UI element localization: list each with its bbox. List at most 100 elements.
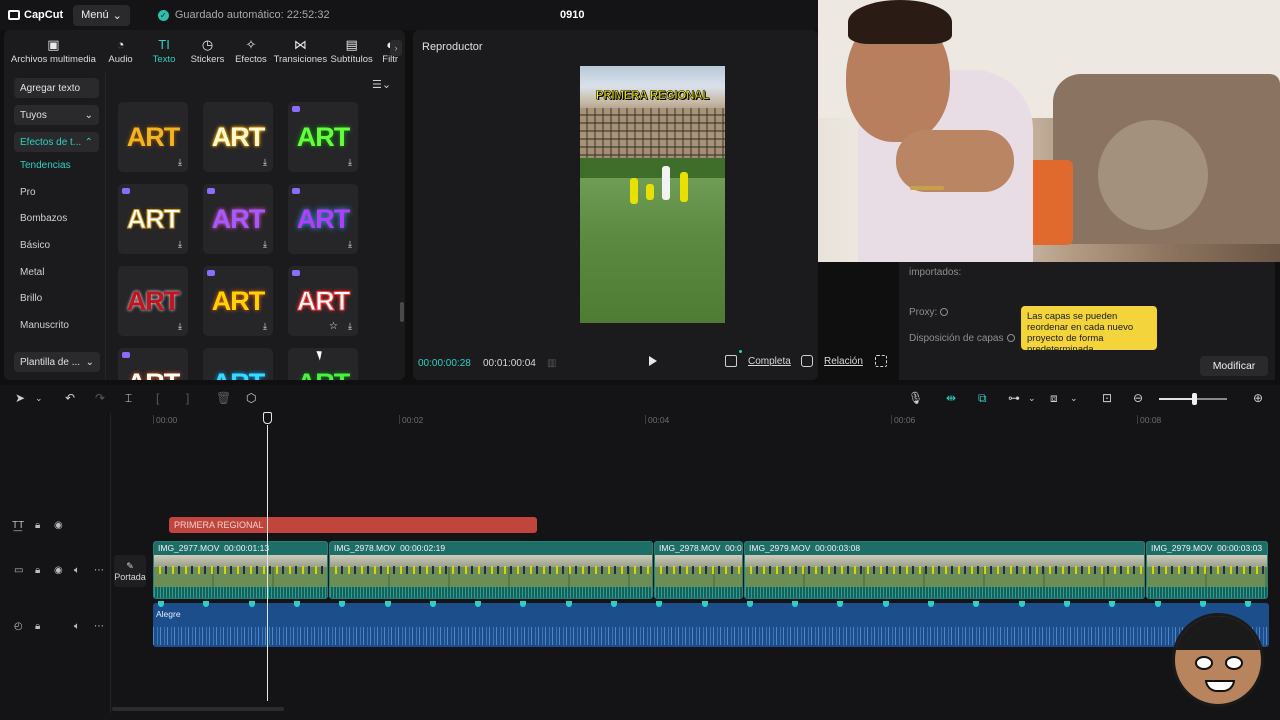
premium-gem-icon: [292, 270, 300, 276]
download-icon[interactable]: ⤓: [348, 157, 352, 168]
lock-icon[interactable]: 🔒︎: [35, 621, 40, 632]
sidebar-item-trending[interactable]: Tendencias: [20, 152, 105, 179]
zoom-out-icon[interactable]: ⊖: [1133, 392, 1143, 404]
zoom-slider-handle[interactable]: [1192, 393, 1197, 405]
favorite-star-icon[interactable]: ☆: [329, 321, 338, 332]
playhead-handle[interactable]: [263, 412, 272, 424]
tab-subtitles[interactable]: ▤ Subtítulos: [328, 38, 375, 70]
volume-icon[interactable]: 🔈︎: [74, 565, 80, 576]
text-effect-tile[interactable]: ART: [118, 348, 188, 380]
text-effect-tile[interactable]: ART: [203, 348, 273, 380]
info-icon[interactable]: [1006, 334, 1015, 342]
eye-icon[interactable]: ◉: [54, 520, 63, 531]
text-effects-dropdown[interactable]: Efectos de t... ⌃: [14, 132, 99, 152]
modify-button[interactable]: Modificar: [1200, 356, 1268, 376]
split-left-icon[interactable]: [: [156, 392, 159, 404]
timeline-horizontal-scrollbar[interactable]: [112, 707, 284, 711]
project-title[interactable]: 0910: [560, 9, 584, 21]
tab-text[interactable]: TI Texto: [142, 38, 185, 70]
chevron-down-icon[interactable]: ⌄: [35, 392, 43, 404]
info-icon[interactable]: [940, 308, 949, 316]
grid-scrollbar[interactable]: [400, 302, 404, 322]
more-icon[interactable]: ⋯: [94, 621, 104, 632]
download-icon[interactable]: ⤓: [178, 157, 182, 168]
app-logo: CapCut: [8, 9, 63, 21]
split-right-icon[interactable]: ]: [186, 392, 189, 404]
text-effect-tile[interactable]: ART ⤓: [203, 102, 273, 172]
sidebar-item-bombazos[interactable]: Bombazos: [20, 205, 105, 232]
tab-media[interactable]: ▣ Archivos multimedia: [8, 38, 99, 70]
cover-button[interactable]: ✎ Portada: [114, 555, 146, 587]
sidebar-item-pro[interactable]: Pro: [20, 179, 105, 206]
tab-effects[interactable]: ✧ Efectos: [229, 38, 272, 70]
time-ruler[interactable]: 00:00 00:02 00:04 00:06 00:08: [152, 413, 1280, 429]
download-icon[interactable]: ⤓: [178, 321, 182, 332]
tab-transitions[interactable]: ⋈ Transiciones: [273, 38, 328, 70]
tab-audio[interactable]: ◔ Audio: [99, 38, 142, 70]
auto-snap-icon[interactable]: ⧉: [978, 392, 987, 404]
download-icon[interactable]: ⤓: [263, 239, 267, 250]
zoom-in-icon[interactable]: ⊕: [1253, 392, 1263, 404]
video-clip[interactable]: IMG_2978.MOV 00:0: [654, 541, 743, 599]
resource-toolbar: ▣ Archivos multimedia ◔ Audio TI Texto ◷…: [4, 30, 405, 70]
preview-axis-icon[interactable]: ⧈: [1050, 392, 1058, 404]
play-button[interactable]: [649, 356, 657, 366]
lock-icon[interactable]: 🔒︎: [35, 565, 40, 576]
split-icon[interactable]: ⌶: [125, 392, 132, 404]
link-icon[interactable]: ⊶: [1008, 392, 1020, 404]
sidebar-item-basic[interactable]: Básico: [20, 232, 105, 259]
video-clip[interactable]: IMG_2979.MOV 00:00:03:03: [1146, 541, 1268, 599]
redo-icon[interactable]: ↷: [95, 392, 105, 404]
text-effect-tile[interactable]: ART ☆ ⤓: [288, 266, 358, 336]
marker-icon[interactable]: ⬡: [246, 392, 256, 404]
undo-icon[interactable]: ↶: [65, 392, 75, 404]
tab-stickers[interactable]: ◷ Stickers: [186, 38, 229, 70]
text-effect-tile[interactable]: ART ⤓: [288, 102, 358, 172]
text-effect-tile[interactable]: ART: [288, 348, 358, 380]
filter-sort-icon[interactable]: ☰⌄: [372, 78, 391, 91]
crop-icon[interactable]: [725, 355, 737, 367]
main-track-magnet-icon[interactable]: ⇹: [946, 392, 956, 404]
beat-marker: [747, 601, 753, 607]
chevron-down-icon[interactable]: ⌄: [1070, 392, 1078, 404]
sidebar-item-glow[interactable]: Brillo: [20, 285, 105, 312]
sidebar-item-metal[interactable]: Metal: [20, 259, 105, 286]
video-preview[interactable]: PRIMERA REGIONAL: [580, 66, 725, 323]
text-effect-tile[interactable]: ART ⤓: [118, 184, 188, 254]
eye-icon[interactable]: ◉: [54, 565, 63, 576]
template-dropdown[interactable]: Plantilla de ... ⌄: [14, 352, 100, 372]
sidebar-item-handwriting[interactable]: Manuscrito: [20, 312, 105, 339]
more-icon[interactable]: ⋯: [94, 565, 104, 576]
timecode-list-icon[interactable]: ▥: [547, 358, 556, 369]
aspect-ratio-button[interactable]: Relación: [824, 356, 863, 367]
download-icon[interactable]: ⤓: [348, 239, 352, 250]
fit-timeline-icon[interactable]: ⊡: [1102, 392, 1112, 404]
yours-dropdown[interactable]: Tuyos ⌄: [14, 105, 99, 125]
lock-icon[interactable]: 🔒︎: [35, 520, 40, 531]
text-effect-tile[interactable]: ART ⤓: [203, 266, 273, 336]
video-clip[interactable]: IMG_2978.MOV 00:00:02:19: [329, 541, 653, 599]
download-icon[interactable]: ⤓: [178, 239, 182, 250]
download-icon[interactable]: ⤓: [263, 157, 267, 168]
full-quality-button[interactable]: Completa: [748, 356, 791, 367]
add-text-button[interactable]: Agregar texto: [14, 78, 99, 98]
audio-clip[interactable]: Alegre: [153, 603, 1269, 647]
text-effect-tile[interactable]: ART ⤓: [288, 184, 358, 254]
select-cursor-icon[interactable]: ➤: [15, 392, 25, 404]
microphone-icon[interactable]: 🎙: [908, 392, 923, 404]
volume-icon[interactable]: 🔈︎: [74, 621, 80, 632]
text-effect-tile[interactable]: ART ⤓: [118, 102, 188, 172]
download-icon[interactable]: ⤓: [348, 321, 352, 332]
text-effect-tile[interactable]: ART ⤓: [203, 184, 273, 254]
chevron-down-icon[interactable]: ⌄: [1028, 392, 1036, 404]
snapshot-icon[interactable]: [801, 355, 813, 367]
delete-icon[interactable]: 🗑: [216, 392, 231, 404]
menu-button[interactable]: Menú ⌄: [73, 4, 130, 26]
toolbar-scroll-right-button[interactable]: ›: [390, 40, 402, 56]
video-clip[interactable]: IMG_2979.MOV 00:00:03:08: [744, 541, 1145, 599]
download-icon[interactable]: ⤓: [263, 321, 267, 332]
video-clip[interactable]: IMG_2977.MOV 00:00:01:13: [153, 541, 328, 599]
fullscreen-icon[interactable]: [875, 355, 887, 367]
text-effect-tile[interactable]: ART ⤓: [118, 266, 188, 336]
text-clip[interactable]: PRIMERA REGIONAL: [169, 517, 537, 533]
